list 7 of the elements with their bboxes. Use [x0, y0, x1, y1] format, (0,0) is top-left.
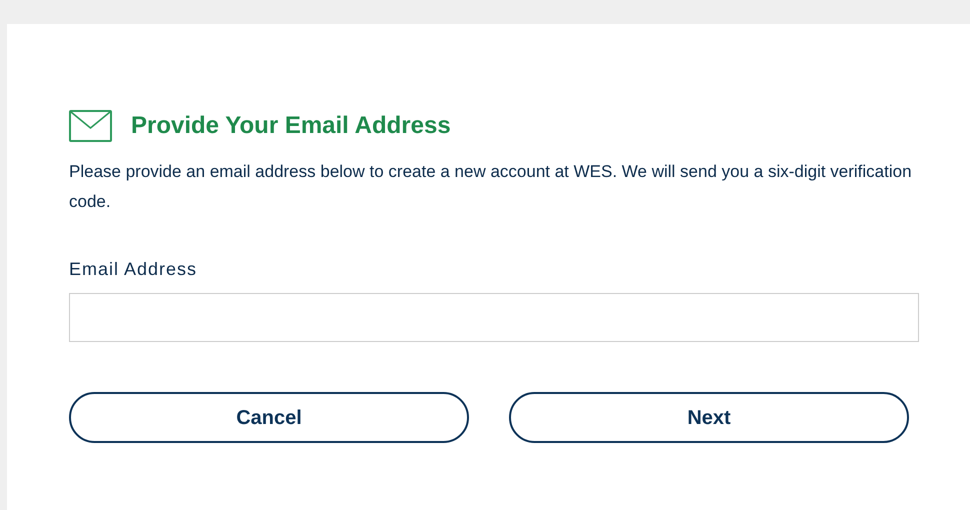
next-button[interactable]: Next [509, 392, 909, 443]
description-text: Please provide an email address below to create a new account at WES. We will send you a six-digit verification code. [69, 161, 913, 213]
email-input[interactable] [69, 293, 919, 342]
page-heading: Provide Your Email Address [131, 111, 451, 141]
cancel-button[interactable]: Cancel [69, 392, 469, 443]
envelope-icon [69, 110, 112, 142]
field-label: Email Address [69, 258, 198, 281]
